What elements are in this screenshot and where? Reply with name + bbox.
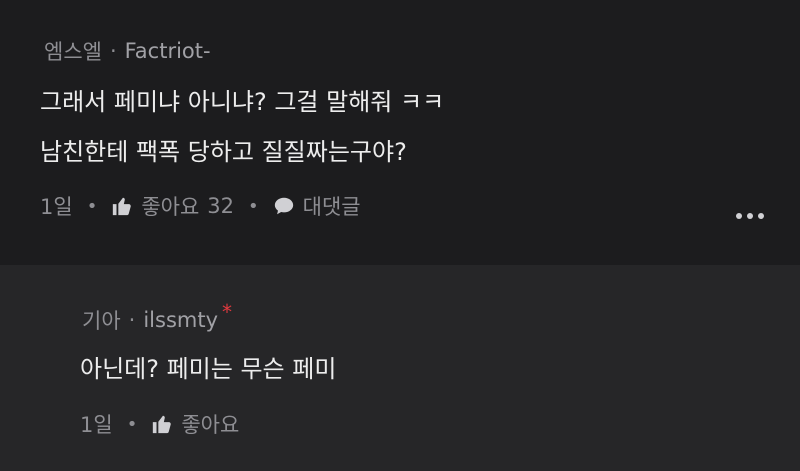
more-dot: [736, 213, 742, 219]
comment-time: 1일: [80, 413, 113, 437]
comment-line: 그래서 페미냐 아니냐? 그걸 말해줘 ㅋㅋ: [40, 88, 445, 116]
comment-line: 아닌데? 페미는 무슨 페미: [80, 355, 337, 383]
author-nickname[interactable]: Factriot-: [125, 39, 211, 63]
like-label: 좋아요: [141, 195, 200, 219]
comment-author[interactable]: 엠스엘 · Factriot-: [44, 36, 211, 66]
more-dot: [758, 213, 764, 219]
meta-bullet: •: [248, 195, 259, 217]
thumbs-up-icon: [113, 197, 132, 216]
author-badge: *: [222, 300, 232, 324]
comment: 엠스엘 · Factriot- 그래서 페미냐 아니냐? 그걸 말해줘 ㅋㅋ 남…: [0, 0, 800, 265]
meta-bullet: •: [86, 195, 98, 217]
thumbs-up-icon: [153, 415, 172, 434]
author-level: 기아: [82, 309, 121, 333]
reply-comment: 기아 · ilssmty * 아닌데? 페미는 무슨 페미 1일 • 좋아요: [0, 265, 800, 471]
separator: ·: [128, 308, 136, 332]
comment-meta: 1일 • 좋아요: [80, 409, 239, 439]
comment-body: 아닌데? 페미는 무슨 페미: [80, 344, 336, 394]
comment-line: 남친한테 팩폭 당하고 질질짜는구야?: [40, 138, 407, 166]
meta-bullet: •: [126, 413, 138, 435]
like-count: 32: [207, 194, 235, 218]
comment-meta: 1일 • 좋아요 32 • 대댓글: [40, 191, 361, 221]
separator: ·: [109, 39, 117, 63]
more-dot: [747, 213, 753, 219]
like-button[interactable]: 좋아요 32: [111, 191, 234, 221]
author-level: 엠스엘: [44, 40, 102, 64]
comment-author[interactable]: 기아 · ilssmty *: [82, 300, 232, 335]
author-nickname[interactable]: ilssmty: [143, 308, 218, 332]
comment-body: 그래서 페미냐 아니냐? 그걸 말해줘 ㅋㅋ 남친한테 팩폭 당하고 질질짜는구…: [40, 77, 444, 177]
like-button[interactable]: 좋아요: [151, 409, 239, 439]
comment-time: 1일: [40, 195, 73, 219]
speech-bubble-icon: [274, 197, 293, 215]
reply-label: 대댓글: [302, 195, 361, 219]
more-icon[interactable]: [736, 213, 764, 219]
reply-button[interactable]: 대댓글: [273, 191, 361, 221]
like-label: 좋아요: [181, 413, 240, 437]
